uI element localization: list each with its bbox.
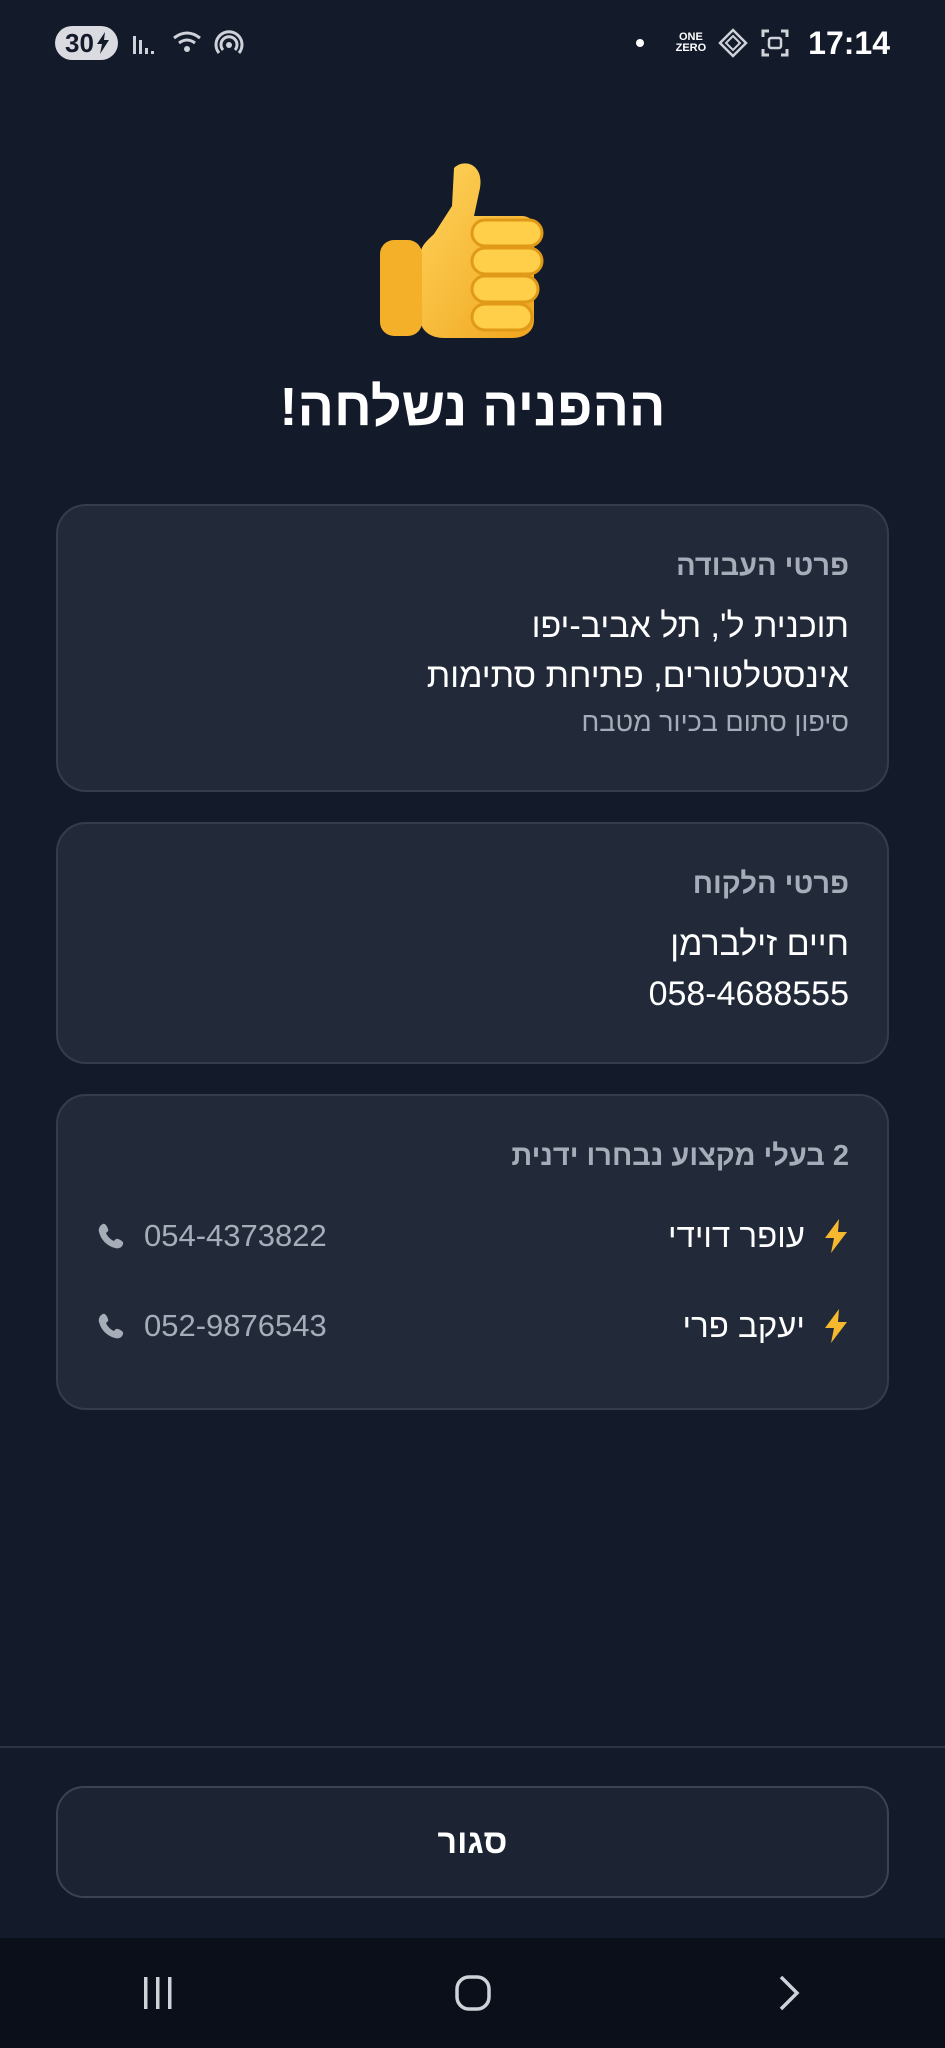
diamond-app-icon xyxy=(718,28,748,58)
system-nav-bar xyxy=(0,1938,945,2048)
back-button[interactable] xyxy=(758,1963,818,2023)
job-card-title: פרטי העבודה xyxy=(676,550,849,582)
pro-phone[interactable]: 054-4373822 xyxy=(144,1218,327,1254)
clock: 17:14 xyxy=(808,24,890,61)
pro-name: עופר דוידי xyxy=(668,1217,805,1254)
status-right: ONE ZERO 17:14 xyxy=(635,24,890,62)
bolt-icon xyxy=(825,1309,847,1343)
job-description: סיפון סתום בכיור מטבח xyxy=(581,707,849,737)
selected-pros-card: 2 בעלי מקצוע נבחרו ידנית עופר דוידי 054-… xyxy=(56,1094,889,1410)
screenshot-icon xyxy=(761,29,789,57)
status-bar: 30 ONE ZERO 17:14 xyxy=(0,0,945,86)
battery-level: 30 xyxy=(65,27,94,58)
customer-card-title: פרטי הלקוח xyxy=(692,868,849,900)
customer-details-card: פרטי הלקוח חיים זילברמן 058-4688555 xyxy=(56,822,889,1064)
pro-phone-link[interactable]: 052-9876543 xyxy=(96,1308,327,1344)
notification-dot xyxy=(635,39,644,47)
back-icon[interactable] xyxy=(773,1973,803,2013)
job-location: תוכנית ל', תל אביב-יפו xyxy=(531,607,849,645)
status-left: 30 xyxy=(55,26,244,60)
job-category: אינסטלטורים, פתיחת סתימות xyxy=(426,657,849,695)
job-details-card: פרטי העבודה תוכנית ל', תל אביב-יפו אינסט… xyxy=(56,504,889,792)
phone-icon[interactable] xyxy=(96,1311,126,1341)
pro-name-wrap: עופר דוידי xyxy=(668,1217,849,1255)
footer-divider xyxy=(0,1746,945,1748)
close-button[interactable]: סגור xyxy=(56,1786,889,1898)
customer-name: חיים זילברמן xyxy=(670,925,849,963)
bolt-icon xyxy=(825,1219,847,1253)
pro-row: עופר דוידי 054-4373822 xyxy=(96,1211,849,1261)
pro-row: יעקב פרי 052-9876543 xyxy=(96,1301,849,1351)
hotspot-icon xyxy=(214,30,244,54)
recents-button[interactable] xyxy=(128,1963,188,2023)
home-button[interactable] xyxy=(443,1963,503,2023)
charging-bolt-icon xyxy=(96,32,109,54)
pro-name-wrap: יעקב פרי xyxy=(683,1307,849,1345)
pro-phone[interactable]: 052-9876543 xyxy=(144,1308,327,1344)
onezero-logo: ONE ZERO xyxy=(676,32,707,54)
onezero-bottom: ZERO xyxy=(675,42,707,54)
pro-phone-link[interactable]: 054-4373822 xyxy=(96,1218,327,1254)
phone-icon[interactable] xyxy=(96,1221,126,1251)
pro-name: יעקב פרי xyxy=(682,1307,805,1344)
pros-card-title: 2 בעלי מקצוע נבחרו ידנית xyxy=(511,1140,849,1172)
thumbs-up-icon xyxy=(380,163,544,338)
recents-icon[interactable] xyxy=(138,1975,178,2011)
home-icon[interactable] xyxy=(453,1973,493,2013)
signal-icon xyxy=(132,36,154,54)
customer-phone: 058-4688555 xyxy=(648,975,849,1013)
wifi-icon xyxy=(173,31,201,52)
page-title: ההפניה נשלחה! xyxy=(279,377,666,437)
battery-indicator: 30 xyxy=(55,26,118,60)
